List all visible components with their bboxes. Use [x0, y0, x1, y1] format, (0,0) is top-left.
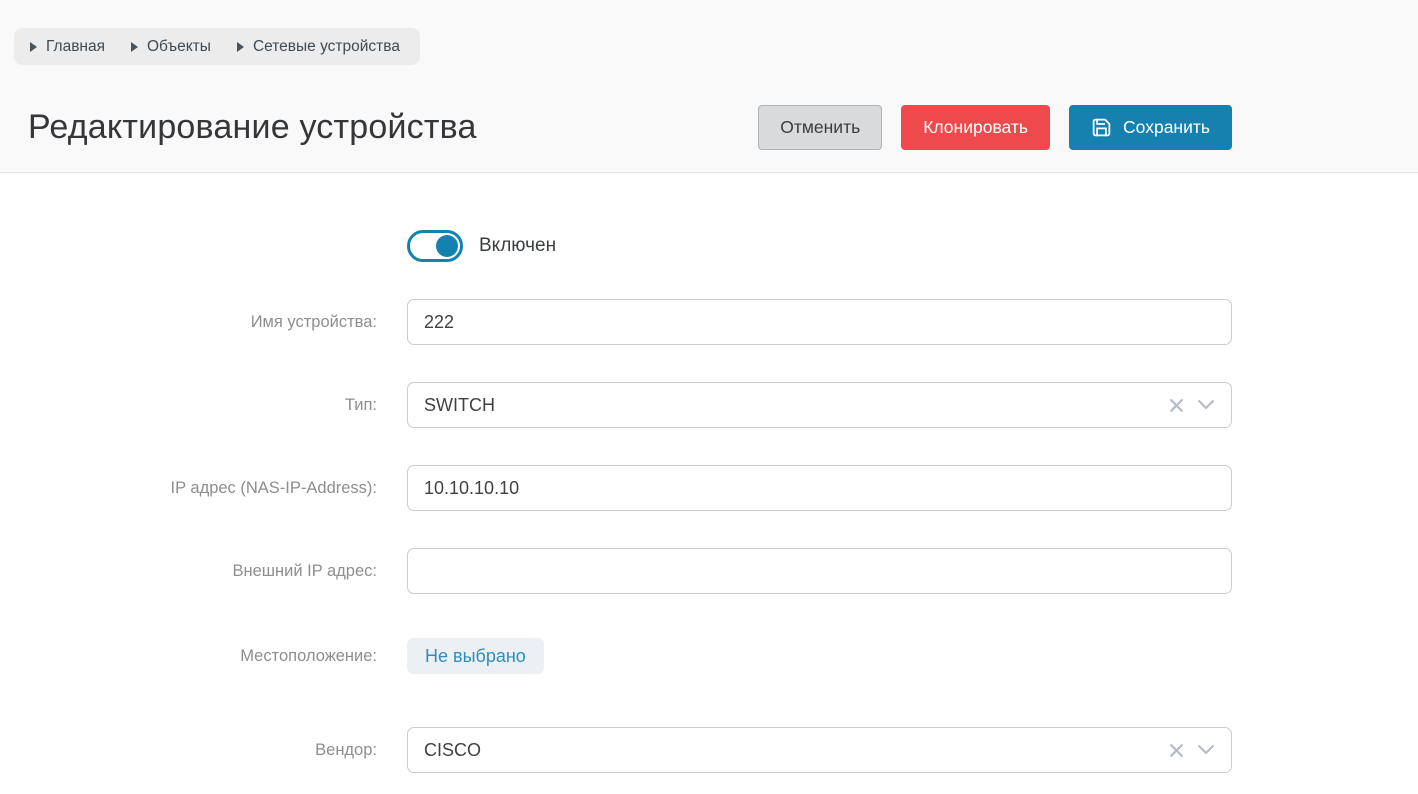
type-select-icons	[1168, 397, 1215, 414]
device-name-row: Имя устройства:	[0, 299, 1418, 345]
save-icon	[1091, 117, 1112, 138]
external-ip-label: Внешний IP адрес:	[0, 562, 377, 581]
chevron-down-icon[interactable]	[1197, 744, 1215, 756]
nas-ip-row: IP адрес (NAS-IP-Address):	[0, 465, 1418, 511]
breadcrumb-item-network-devices[interactable]: Сетевые устройства	[237, 38, 400, 56]
save-button[interactable]: Сохранить	[1069, 105, 1232, 150]
location-select-button[interactable]: Не выбрано	[407, 638, 544, 674]
enabled-toggle[interactable]	[407, 230, 463, 262]
device-name-label: Имя устройства:	[0, 313, 377, 332]
breadcrumb-item-label: Объекты	[147, 38, 211, 56]
vendor-select-icons	[1168, 742, 1215, 759]
vendor-label: Вендор:	[0, 741, 377, 760]
type-row: Тип: SWITCH	[0, 382, 1418, 428]
device-edit-form: Включен Имя устройства: Тип: SWITCH	[0, 173, 1418, 773]
nas-ip-input[interactable]	[407, 465, 1232, 511]
external-ip-input[interactable]	[407, 548, 1232, 594]
clone-button[interactable]: Клонировать	[901, 105, 1050, 150]
type-select-value: SWITCH	[424, 395, 495, 416]
external-ip-row: Внешний IP адрес:	[0, 548, 1418, 594]
page-header: Главная Объекты Сетевые устройства Редак…	[0, 0, 1418, 173]
breadcrumb-item-label: Главная	[46, 38, 105, 56]
vendor-select-value: CISCO	[424, 740, 481, 761]
enabled-toggle-label: Включен	[479, 235, 556, 257]
vendor-row: Вендор: CISCO	[0, 727, 1418, 773]
nas-ip-label: IP адрес (NAS-IP-Address):	[0, 479, 377, 498]
device-name-input[interactable]	[407, 299, 1232, 345]
type-select[interactable]: SWITCH	[407, 382, 1232, 428]
toggle-knob-icon	[436, 235, 458, 257]
title-row: Редактирование устройства Отменить Клони…	[14, 105, 1232, 150]
clear-icon[interactable]	[1168, 397, 1185, 414]
breadcrumb-arrow-icon	[237, 42, 244, 52]
location-row: Местоположение: Не выбрано	[0, 638, 1418, 674]
type-label: Тип:	[0, 396, 377, 415]
cancel-button[interactable]: Отменить	[758, 105, 882, 150]
chevron-down-icon[interactable]	[1197, 399, 1215, 411]
breadcrumb-item-objects[interactable]: Объекты	[131, 38, 211, 56]
breadcrumb-item-home[interactable]: Главная	[30, 38, 105, 56]
breadcrumb-arrow-icon	[30, 42, 37, 52]
save-button-label: Сохранить	[1123, 117, 1210, 138]
page: Главная Объекты Сетевые устройства Редак…	[0, 0, 1418, 794]
breadcrumb: Главная Объекты Сетевые устройства	[14, 28, 420, 65]
breadcrumb-arrow-icon	[131, 42, 138, 52]
breadcrumb-item-label: Сетевые устройства	[253, 38, 400, 56]
vendor-select[interactable]: CISCO	[407, 727, 1232, 773]
location-label: Местоположение:	[0, 647, 377, 666]
enabled-row: Включен	[0, 230, 1418, 262]
action-buttons: Отменить Клонировать Сохранить	[758, 105, 1232, 150]
page-title: Редактирование устройства	[28, 108, 477, 147]
clear-icon[interactable]	[1168, 742, 1185, 759]
